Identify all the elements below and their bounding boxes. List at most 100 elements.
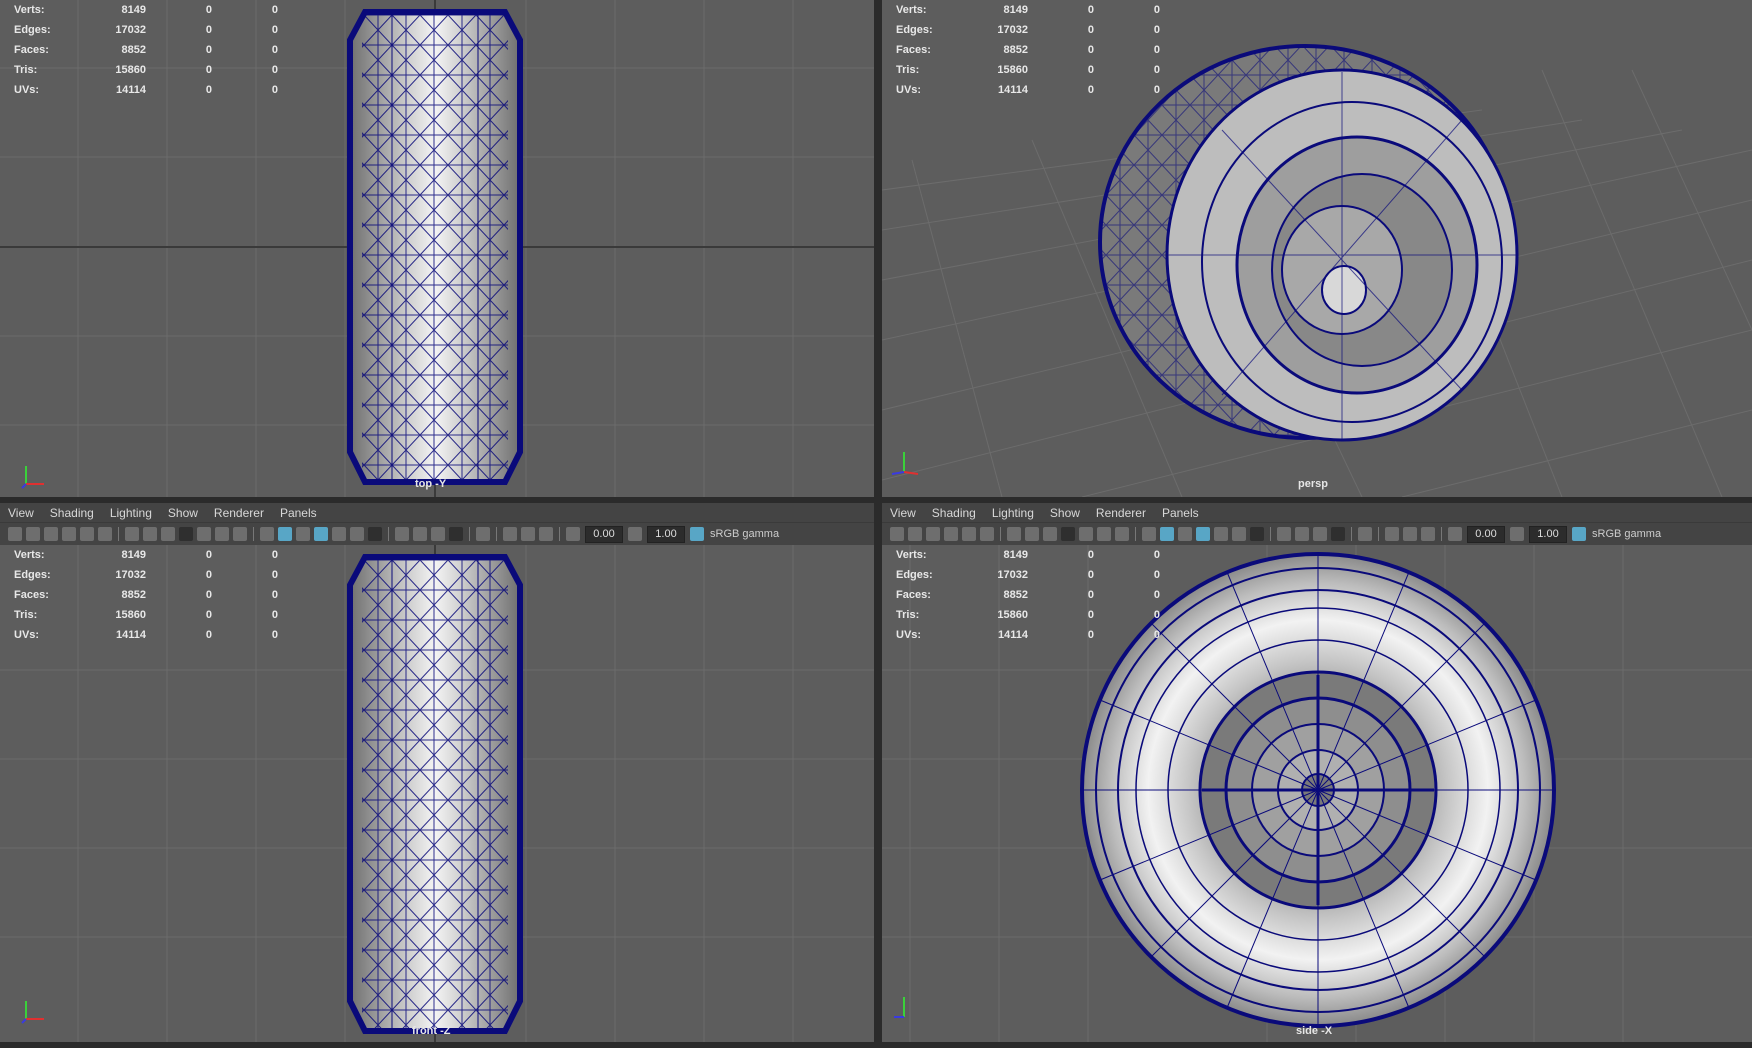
menu-panels[interactable]: Panels [280, 506, 317, 520]
menu-view[interactable]: View [8, 506, 34, 520]
field-chart-icon[interactable] [1079, 527, 1093, 541]
resolution-gate-icon[interactable] [1043, 527, 1057, 541]
wireframe-on-shaded-icon[interactable] [1196, 527, 1210, 541]
tire-top-view [347, 9, 523, 485]
stat-value: 8149 [121, 549, 146, 561]
resolution-gate-icon[interactable] [161, 527, 175, 541]
stat-value: 0 [271, 4, 278, 16]
wireframe-on-shaded-icon[interactable] [314, 527, 328, 541]
menu-show[interactable]: Show [168, 506, 198, 520]
grease-pencil-icon[interactable] [98, 527, 112, 541]
gate-mask-icon[interactable] [179, 527, 193, 541]
panel-splitter-vertical[interactable] [874, 0, 882, 1048]
gamma-field[interactable]: 1.00 [647, 525, 685, 543]
image-plane-icon[interactable] [62, 527, 76, 541]
gamma-icon[interactable] [1510, 527, 1524, 541]
panel-menubar: View Shading Lighting Show Renderer Pane… [0, 503, 874, 523]
grid-icon[interactable] [125, 527, 139, 541]
screen-space-ao-icon[interactable] [395, 527, 409, 541]
view-transform-label[interactable]: sRGB gamma [1592, 528, 1661, 540]
isolate-select-icon[interactable] [476, 527, 490, 541]
depth-of-field-icon[interactable] [449, 527, 463, 541]
stat-value: 0 [271, 84, 278, 96]
xray-joints-icon[interactable] [1421, 527, 1435, 541]
default-material-icon[interactable] [296, 527, 310, 541]
menu-view[interactable]: View [890, 506, 916, 520]
exposure-field[interactable]: 0.00 [1467, 525, 1505, 543]
textured-icon[interactable] [1214, 527, 1228, 541]
grease-pencil-icon[interactable] [980, 527, 994, 541]
camera-icon[interactable] [890, 527, 904, 541]
wireframe-icon[interactable] [260, 527, 274, 541]
safe-action-icon[interactable] [1097, 527, 1111, 541]
smooth-shade-icon[interactable] [278, 527, 292, 541]
stat-label: UVs: [14, 629, 40, 641]
gamma-icon[interactable] [628, 527, 642, 541]
lighting-icon[interactable] [350, 527, 364, 541]
gamma-field[interactable]: 1.00 [1529, 525, 1567, 543]
stat-label: Edges: [896, 24, 933, 36]
menu-lighting[interactable]: Lighting [992, 506, 1034, 520]
xray-icon[interactable] [503, 527, 517, 541]
lighting-icon[interactable] [1232, 527, 1246, 541]
image-plane-icon[interactable] [944, 527, 958, 541]
exposure-icon[interactable] [566, 527, 580, 541]
bookmark-icon[interactable] [44, 527, 58, 541]
two-d-pan-icon[interactable] [962, 527, 976, 541]
camera-attributes-icon[interactable] [908, 527, 922, 541]
panel-toolbar: 0.00 1.00 sRGB gamma [0, 522, 874, 545]
stat-value: 0 [205, 24, 212, 36]
depth-of-field-icon[interactable] [1331, 527, 1345, 541]
safe-action-icon[interactable] [215, 527, 229, 541]
safe-title-icon[interactable] [233, 527, 247, 541]
anti-aliasing-icon[interactable] [431, 527, 445, 541]
viewport-top[interactable]: Verts: 8149 0 0 Edges: 17032 0 0 Faces: 8852 0 0 … [0, 0, 874, 497]
separator [1135, 527, 1136, 541]
menu-renderer[interactable]: Renderer [214, 506, 264, 520]
color-management-icon[interactable] [690, 527, 704, 541]
xray-active-icon[interactable] [1403, 527, 1417, 541]
camera-icon[interactable] [8, 527, 22, 541]
color-management-icon[interactable] [1572, 527, 1586, 541]
smooth-shade-icon[interactable] [1160, 527, 1174, 541]
gate-mask-icon[interactable] [1061, 527, 1075, 541]
film-gate-icon[interactable] [143, 527, 157, 541]
motion-blur-icon[interactable] [413, 527, 427, 541]
anti-aliasing-icon[interactable] [1313, 527, 1327, 541]
stat-value: 0 [1087, 64, 1094, 76]
motion-blur-icon[interactable] [1295, 527, 1309, 541]
viewport-side[interactable]: Verts: 8149 0 0 Edges: 17032 0 0 Faces: 8852 0 0 … [882, 545, 1752, 1042]
menu-shading[interactable]: Shading [50, 506, 94, 520]
grid-icon[interactable] [1007, 527, 1021, 541]
viewport-persp[interactable]: Verts: 8149 0 0 Edges: 17032 0 0 Faces: 8852 0 0 … [882, 0, 1752, 497]
viewport-front[interactable]: Verts: 8149 0 0 Edges: 17032 0 0 Faces: 8852 0 0 … [0, 545, 874, 1042]
axis-gizmo-icon [21, 466, 44, 489]
camera-attributes-icon[interactable] [26, 527, 40, 541]
view-transform-label[interactable]: sRGB gamma [710, 528, 779, 540]
isolate-select-icon[interactable] [1358, 527, 1372, 541]
stat-value: 17032 [115, 569, 146, 581]
textured-icon[interactable] [332, 527, 346, 541]
xray-active-icon[interactable] [521, 527, 535, 541]
menu-panels[interactable]: Panels [1162, 506, 1199, 520]
exposure-icon[interactable] [1448, 527, 1462, 541]
panel-splitter-horizontal[interactable] [0, 497, 1752, 503]
film-gate-icon[interactable] [1025, 527, 1039, 541]
menu-shading[interactable]: Shading [932, 506, 976, 520]
field-chart-icon[interactable] [197, 527, 211, 541]
exposure-field[interactable]: 0.00 [585, 525, 623, 543]
screen-space-ao-icon[interactable] [1277, 527, 1291, 541]
default-material-icon[interactable] [1178, 527, 1192, 541]
shadows-icon[interactable] [1250, 527, 1264, 541]
wireframe-icon[interactable] [1142, 527, 1156, 541]
menu-lighting[interactable]: Lighting [110, 506, 152, 520]
menu-renderer[interactable]: Renderer [1096, 506, 1146, 520]
xray-icon[interactable] [1385, 527, 1399, 541]
xray-joints-icon[interactable] [539, 527, 553, 541]
two-d-pan-icon[interactable] [80, 527, 94, 541]
bookmark-icon[interactable] [926, 527, 940, 541]
shadows-icon[interactable] [368, 527, 382, 541]
menu-show[interactable]: Show [1050, 506, 1080, 520]
stat-value: 0 [271, 64, 278, 76]
safe-title-icon[interactable] [1115, 527, 1129, 541]
